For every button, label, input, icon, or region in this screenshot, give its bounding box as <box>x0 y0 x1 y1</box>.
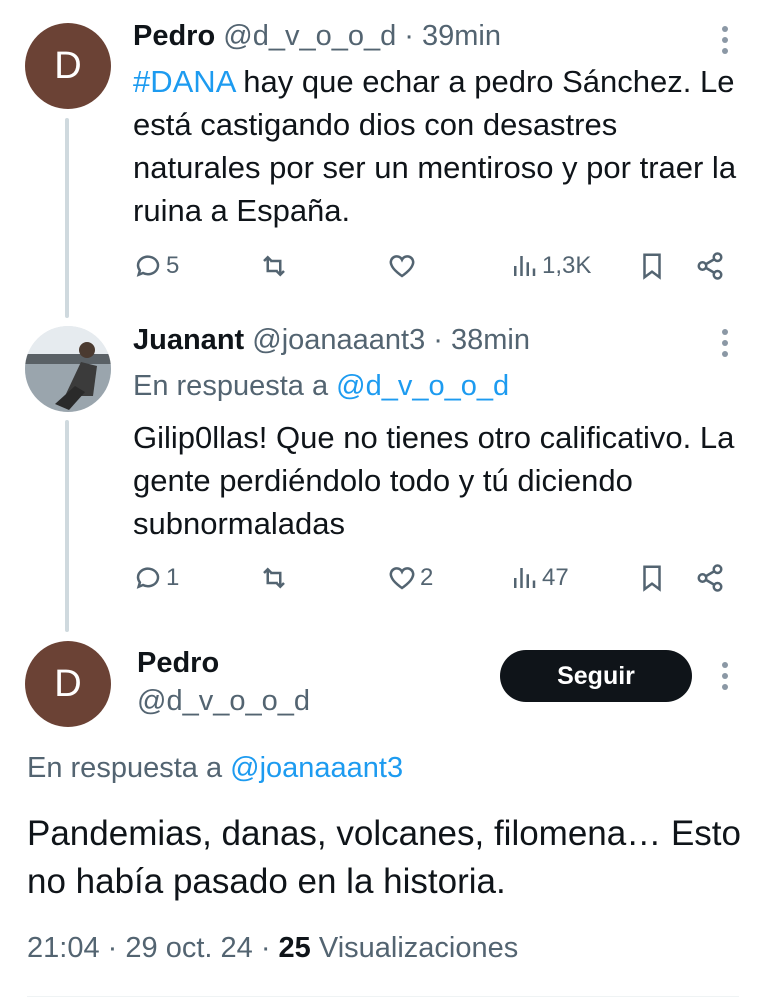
avatar-letter: D <box>54 44 82 87</box>
divider <box>27 996 739 997</box>
reply-count: 5 <box>166 252 180 279</box>
bookmark-icon <box>643 565 661 592</box>
author-name[interactable]: Pedro <box>137 645 219 681</box>
retweet-button[interactable] <box>259 560 289 596</box>
more-options-icon[interactable] <box>718 662 732 690</box>
retweet-button[interactable] <box>259 248 289 284</box>
reply-to-link[interactable]: @d_v_o_o_d <box>336 370 509 402</box>
hashtag-link[interactable]: #DANA <box>133 64 235 99</box>
retweet-icon <box>263 255 285 277</box>
reply-context: En respuesta a @joanaaant3 <box>27 750 403 786</box>
tweet-meta: 21:04 · 29 oct. 24 · 25 Visualizaciones <box>27 932 518 965</box>
bookmark-icon <box>643 253 661 280</box>
share-icon <box>697 252 723 280</box>
reply-to-link[interactable]: @joanaaant3 <box>230 752 403 784</box>
author-handle[interactable]: @d_v_o_o_d <box>137 683 310 719</box>
author-name[interactable]: Juanant <box>133 324 244 356</box>
reply-button[interactable]: 5 <box>133 248 179 284</box>
tweet-text: Pandemias, danas, volcanes, filomena… Es… <box>27 814 741 901</box>
reply-icon <box>136 255 160 277</box>
tweet-header: Juanant @joanaaant3 · 38min <box>133 322 530 358</box>
author-name[interactable]: Pedro <box>133 20 215 52</box>
more-options-icon[interactable] <box>718 26 732 54</box>
views-count: 47 <box>542 564 569 591</box>
avatar-letter: D <box>54 662 82 705</box>
views-count: 1,3K <box>542 252 592 279</box>
share-icon <box>697 564 723 592</box>
separator: · <box>404 20 414 52</box>
reply-count: 1 <box>166 564 180 591</box>
like-count: 2 <box>420 564 434 591</box>
tweet-date[interactable]: 29 oct. 24 <box>125 932 252 964</box>
bookmark-button[interactable] <box>637 248 667 284</box>
reply-prefix: En respuesta a <box>27 752 231 784</box>
reply-icon <box>136 567 160 589</box>
share-button[interactable] <box>695 248 725 284</box>
tweet-actions: 5 1,3K <box>133 248 733 284</box>
reply-context: En respuesta a @d_v_o_o_d <box>133 368 509 404</box>
avatar-photo-image <box>25 326 111 412</box>
views-icon <box>514 568 536 588</box>
thread-line <box>65 420 69 632</box>
follow-button[interactable]: Seguir <box>500 650 692 702</box>
tweet-actions: 1 2 47 <box>133 560 733 596</box>
separator: · <box>107 932 118 964</box>
views-count: 25 <box>278 932 311 964</box>
avatar[interactable]: D <box>25 23 111 109</box>
tweet-time[interactable]: 38min <box>451 324 530 356</box>
bookmark-button[interactable] <box>637 560 667 596</box>
like-icon <box>389 567 415 590</box>
avatar[interactable]: D <box>25 641 111 727</box>
separator: · <box>260 932 271 964</box>
author-handle[interactable]: @joanaaant3 <box>252 324 425 356</box>
avatar[interactable] <box>25 326 111 412</box>
tweet-time[interactable]: 39min <box>422 20 501 52</box>
views-button[interactable]: 47 <box>509 560 569 596</box>
tweet-text: #DANA hay que echar a pedro Sánchez. Le … <box>133 60 753 232</box>
retweet-icon <box>263 567 285 589</box>
thread-line <box>65 118 69 318</box>
reply-prefix: En respuesta a <box>133 370 337 402</box>
tweet-header: Pedro @d_v_o_o_d · 39min <box>133 18 501 54</box>
views-button[interactable]: 1,3K <box>509 248 591 284</box>
separator: · <box>433 324 443 356</box>
author-handle[interactable]: @d_v_o_o_d <box>223 20 396 52</box>
tweet-time[interactable]: 21:04 <box>27 932 100 964</box>
like-button[interactable]: 2 <box>387 560 433 596</box>
share-button[interactable] <box>695 560 725 596</box>
views-label: Visualizaciones <box>318 932 519 964</box>
like-icon <box>389 255 415 278</box>
like-button[interactable] <box>387 248 420 284</box>
tweet-text: Gilip0llas! Que no tienes otro calificat… <box>133 420 735 541</box>
more-options-icon[interactable] <box>718 329 732 357</box>
reply-button[interactable]: 1 <box>133 560 179 596</box>
views-icon <box>514 256 536 276</box>
